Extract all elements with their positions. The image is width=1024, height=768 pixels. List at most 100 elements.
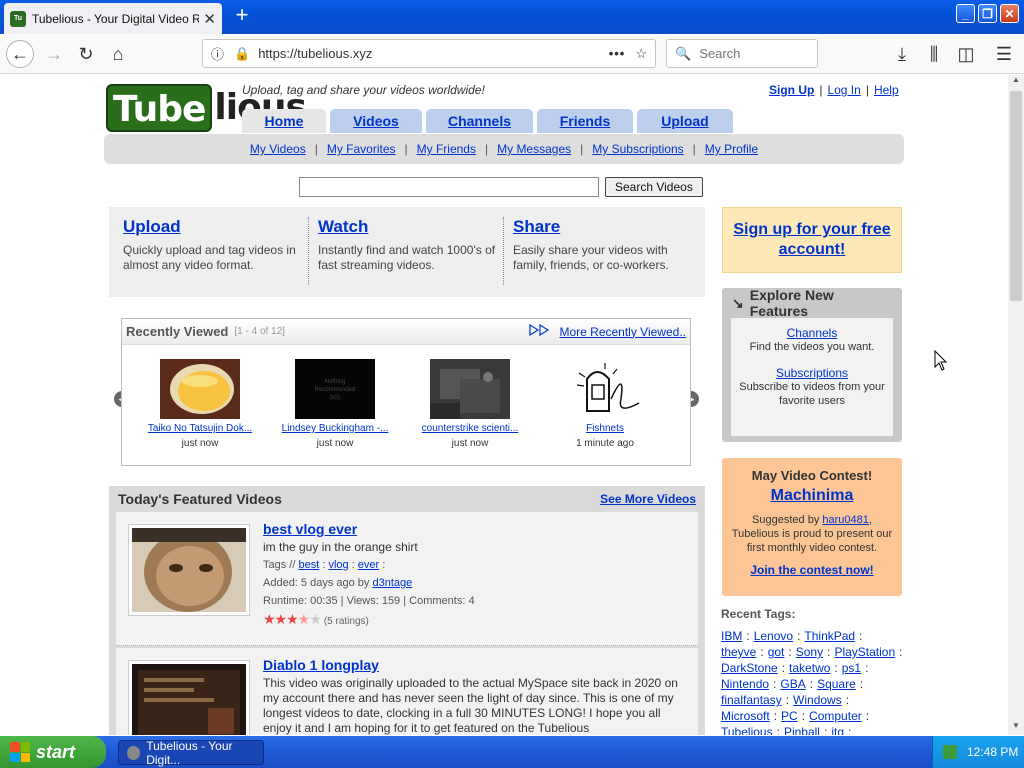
new-tab-icon[interactable]: + xyxy=(230,4,254,28)
tag-link[interactable]: IBM xyxy=(721,629,742,643)
tag-link[interactable]: best xyxy=(298,559,319,571)
tag-link[interactable]: Tubelious xyxy=(721,725,773,735)
start-button[interactable]: start xyxy=(0,736,106,768)
featured-video-title[interactable]: Diablo 1 longplay xyxy=(263,656,683,674)
browser-search-input[interactable]: 🔍 Search xyxy=(666,39,818,68)
home-icon[interactable]: ⌂ xyxy=(104,40,132,68)
recent-video-title[interactable]: Fishnets xyxy=(540,423,670,434)
subnav-my-friends[interactable]: My Friends xyxy=(417,142,476,156)
login-link[interactable]: Log In xyxy=(827,83,860,97)
contest-user-link[interactable]: haru0481 xyxy=(822,514,869,526)
tag-link[interactable]: theyve xyxy=(721,645,756,659)
tag-link[interactable]: vlog xyxy=(328,559,348,571)
subnav-my-profile[interactable]: My Profile xyxy=(705,142,758,156)
forward-arrow-icon[interactable]: → xyxy=(40,40,68,68)
subnav-my-favorites[interactable]: My Favorites xyxy=(327,142,396,156)
network-icon[interactable] xyxy=(943,745,957,759)
recently-viewed-title: Recently Viewed xyxy=(126,324,229,339)
start-label: start xyxy=(36,741,76,762)
tab-channels[interactable]: Channels xyxy=(426,109,533,133)
tag-link[interactable]: Square xyxy=(817,677,856,691)
promo-upload-title[interactable]: Upload xyxy=(123,217,303,237)
recent-video[interactable]: Taiko No Tatsujin Dok... just now xyxy=(135,359,265,449)
tag-link[interactable]: Microsoft xyxy=(721,709,770,723)
tab-friends[interactable]: Friends xyxy=(537,109,633,133)
explore-channels-link[interactable]: Channels xyxy=(731,326,893,340)
tab-close-icon[interactable]: ✕ xyxy=(203,10,216,28)
tag-link[interactable]: ever xyxy=(358,559,379,571)
tag-link[interactable]: PC xyxy=(781,709,798,723)
featured-video-info: best vlog ever im the guy in the orange … xyxy=(263,520,683,631)
recent-video-title[interactable]: Taiko No Tatsujin Dok... xyxy=(135,423,265,434)
search-videos-button[interactable]: Search Videos xyxy=(605,177,703,197)
subnav-my-videos[interactable]: My Videos xyxy=(250,142,306,156)
tag-link[interactable]: GBA xyxy=(780,677,805,691)
url-text[interactable]: https://tubelious.xyz xyxy=(258,46,608,61)
explore-subscriptions-link[interactable]: Subscriptions xyxy=(731,366,893,380)
scroll-up-icon[interactable]: ▲ xyxy=(1008,75,1024,89)
library-icon[interactable]: ⫼ xyxy=(920,40,948,68)
tag-link[interactable]: finalfantasy xyxy=(721,693,782,707)
recent-video-title[interactable]: counterstrike scienti... xyxy=(405,423,535,434)
vertical-scrollbar[interactable]: ▲ ▼ xyxy=(1008,75,1024,735)
maximize-button[interactable]: ❐ xyxy=(978,4,997,23)
more-recently-viewed-link[interactable]: More Recently Viewed.. xyxy=(559,325,686,339)
video-thumbnail[interactable] xyxy=(128,660,250,735)
back-arrow-icon[interactable]: ← xyxy=(6,40,34,68)
signup-link[interactable]: Sign Up xyxy=(769,83,814,97)
tag-link[interactable]: got xyxy=(768,645,785,659)
bookmark-star-icon[interactable]: ☆ xyxy=(635,46,647,62)
scroll-down-icon[interactable]: ▼ xyxy=(1008,721,1024,735)
browser-tab[interactable]: Tu Tubelious - Your Digital Video Repo ✕ xyxy=(4,3,222,34)
video-thumbnail[interactable] xyxy=(430,359,510,419)
ratings-count: (5 ratings) xyxy=(323,616,369,627)
minimize-button[interactable]: _ xyxy=(956,4,975,23)
tag-link[interactable]: DarkStone xyxy=(721,661,778,675)
sidebar-icon[interactable]: ◫ xyxy=(952,40,980,68)
video-thumbnail[interactable] xyxy=(160,359,240,419)
recent-video[interactable]: Fishnets 1 minute ago xyxy=(540,359,670,449)
tab-home[interactable]: Home xyxy=(242,109,326,133)
tag-link[interactable]: Lenovo xyxy=(754,629,793,643)
tag-link[interactable]: Windows xyxy=(793,693,842,707)
info-icon[interactable]: ⓘ xyxy=(211,44,224,63)
tag-link[interactable]: PlayStation xyxy=(834,645,895,659)
signup-free-account-link[interactable]: Sign up for your free account! xyxy=(731,220,893,260)
tag-link[interactable]: Nintendo xyxy=(721,677,769,691)
tag-link[interactable]: itg xyxy=(831,725,844,735)
video-thumbnail[interactable]: Nothing Recommended (x2) xyxy=(295,359,375,419)
tab-upload[interactable]: Upload xyxy=(637,109,733,133)
video-thumbnail[interactable] xyxy=(565,359,645,419)
scrollbar-thumb[interactable] xyxy=(1010,91,1022,301)
recent-video[interactable]: counterstrike scienti... just now xyxy=(405,359,535,449)
uploader-link[interactable]: d3ntage xyxy=(372,577,412,589)
featured-video-title[interactable]: best vlog ever xyxy=(263,520,683,538)
close-window-button[interactable]: ✕ xyxy=(1000,4,1019,23)
fast-forward-icon[interactable] xyxy=(529,323,551,339)
help-link[interactable]: Help xyxy=(874,83,899,97)
subnav-my-subscriptions[interactable]: My Subscriptions xyxy=(592,142,683,156)
tag-link[interactable]: ThinkPad xyxy=(804,629,855,643)
site-search-input[interactable] xyxy=(299,177,599,197)
tag-link[interactable]: taketwo xyxy=(789,661,830,675)
tag-link[interactable]: Computer xyxy=(809,709,862,723)
promo-watch-title[interactable]: Watch xyxy=(318,217,498,237)
video-thumbnail[interactable] xyxy=(128,524,250,616)
promo-share-title[interactable]: Share xyxy=(513,217,693,237)
subnav-my-messages[interactable]: My Messages xyxy=(497,142,571,156)
contest-name-link[interactable]: Machinima xyxy=(722,487,902,505)
tag-link[interactable]: Sony xyxy=(796,645,823,659)
downloads-icon[interactable]: ⤓ xyxy=(888,40,916,68)
join-contest-link[interactable]: Join the contest now! xyxy=(722,563,902,577)
menu-icon[interactable]: ☰ xyxy=(990,40,1018,68)
see-more-videos-link[interactable]: See More Videos xyxy=(600,492,696,506)
recent-video[interactable]: Nothing Recommended (x2) Lindsey Buckingha… xyxy=(270,359,400,449)
tab-videos[interactable]: Videos xyxy=(330,109,422,133)
reload-icon[interactable]: ↻ xyxy=(72,40,100,68)
taskbar-item-browser[interactable]: Tubelious - Your Digit... xyxy=(118,739,264,767)
url-bar[interactable]: ⓘ 🔒 https://tubelious.xyz ••• ☆ xyxy=(202,39,656,68)
page-actions-icon[interactable]: ••• xyxy=(609,46,626,61)
tag-link[interactable]: Pinball xyxy=(784,725,820,735)
tag-link[interactable]: ps1 xyxy=(842,661,861,675)
recent-video-title[interactable]: Lindsey Buckingham -... xyxy=(270,423,400,434)
